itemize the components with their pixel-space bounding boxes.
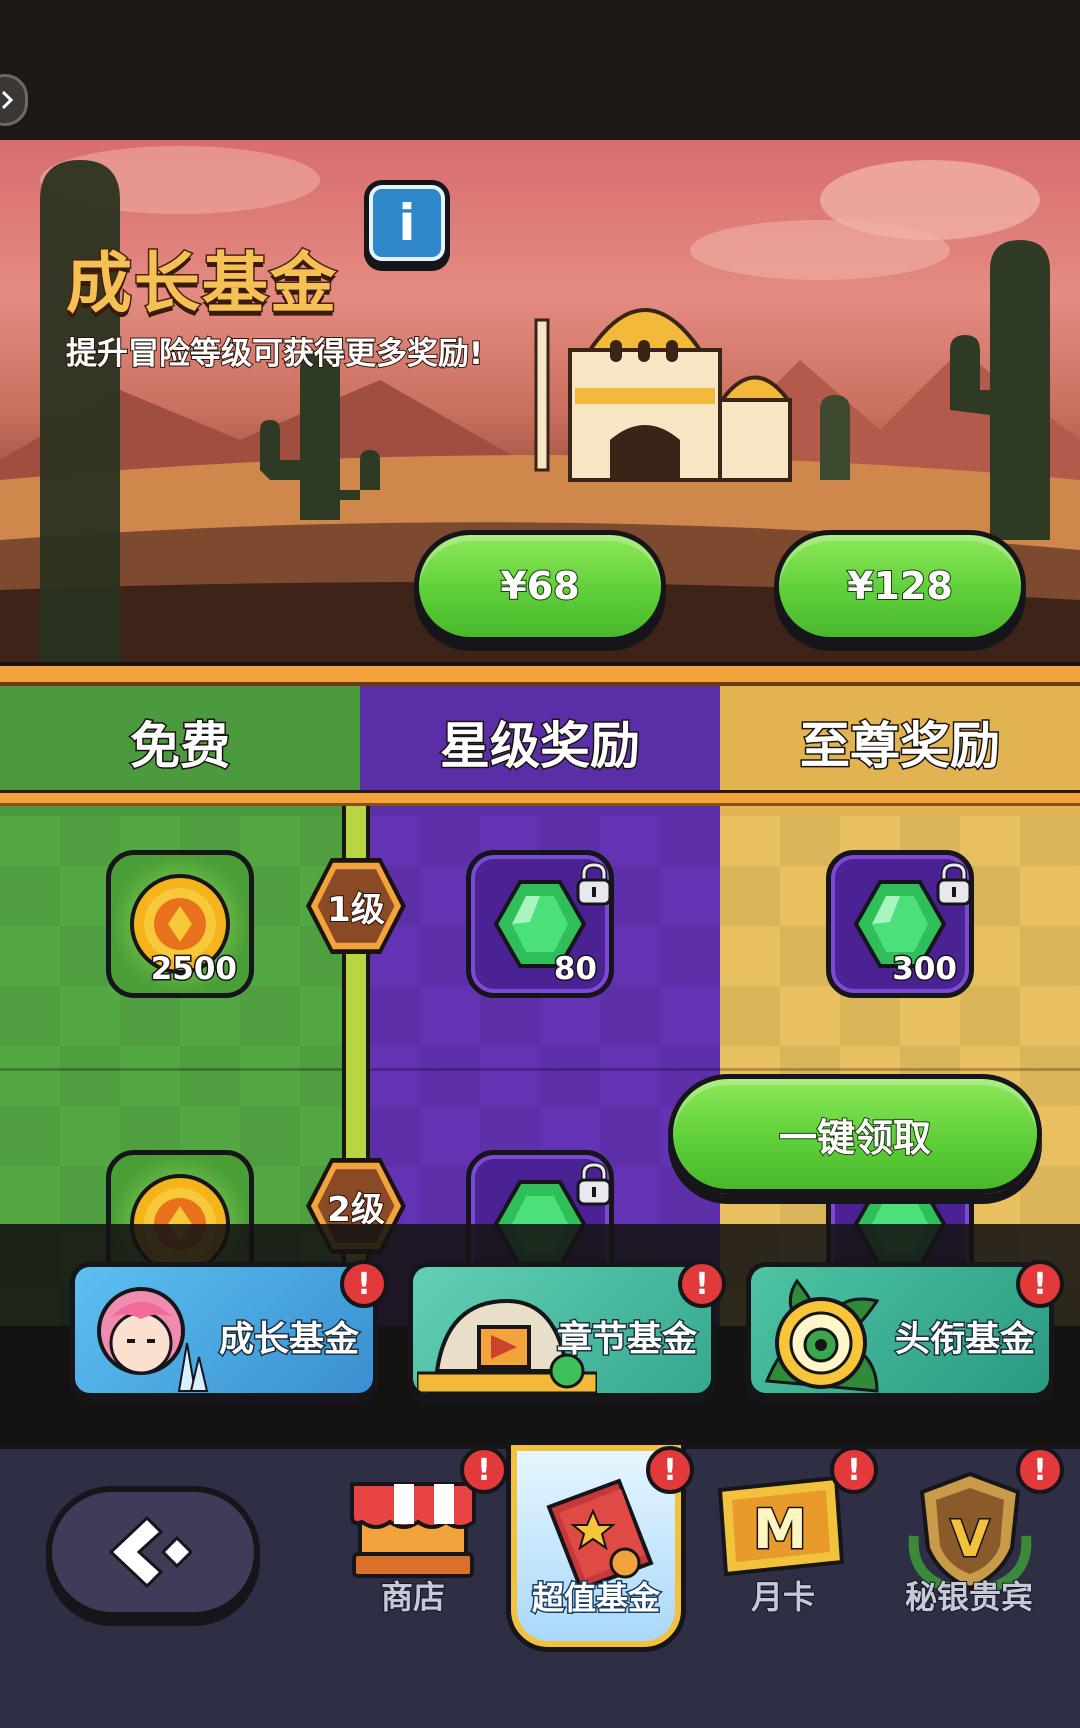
monthly-card-icon: M: [717, 1475, 845, 1577]
lock-icon: [936, 861, 972, 906]
nav-label: 月卡: [750, 1577, 816, 1617]
tab-label: 章节基金: [555, 1319, 698, 1362]
tab-label: 成长基金: [217, 1319, 360, 1362]
nav-label: 秘银贵宾: [904, 1577, 1034, 1617]
nav-label: 超值基金: [530, 1578, 661, 1619]
alert-badge: !: [646, 1446, 694, 1494]
banner-subtitle: 提升冒险等级可获得更多奖励!: [65, 335, 484, 373]
alert-badge: !: [1016, 1260, 1064, 1308]
double-chevron-icon: [1, 90, 14, 110]
hero-portrait-icon: [97, 1287, 209, 1392]
price-68-button[interactable]: ¥68: [414, 530, 666, 642]
back-button[interactable]: [46, 1486, 260, 1618]
tab-title-fund[interactable]: 头衔基金: [746, 1262, 1054, 1398]
tab-label: 头衔基金: [893, 1319, 1036, 1362]
lock-icon: [576, 861, 612, 906]
nav-label: 商店: [380, 1577, 446, 1617]
svg-text:V: V: [951, 1510, 990, 1568]
level-label: 1级: [317, 869, 395, 943]
page-title: 成长基金: [65, 244, 338, 324]
top-bar: [0, 0, 1080, 140]
info-icon: i: [398, 194, 416, 252]
supreme-reward-level-1[interactable]: 300: [826, 850, 974, 998]
star-reward-level-1[interactable]: 80: [466, 850, 614, 998]
reward-amount: 80: [552, 950, 598, 989]
eye-flower-icon: [764, 1278, 880, 1393]
header-trim: [0, 790, 1080, 806]
banner-divider: [0, 662, 1080, 686]
back-arrow-icon: [108, 1515, 194, 1589]
claim-all-button[interactable]: 一键领取: [668, 1074, 1042, 1194]
info-button[interactable]: i: [364, 180, 450, 266]
reward-amount: 300: [891, 950, 959, 989]
alert-badge: !: [1016, 1446, 1064, 1494]
price-128-button[interactable]: ¥128: [774, 530, 1026, 642]
tab-growth-fund[interactable]: 成长基金: [70, 1262, 378, 1398]
alert-badge: !: [830, 1446, 878, 1494]
lock-icon: [576, 1161, 612, 1206]
growth-fund-banner: 成长基金 提升冒险等级可获得更多奖励! i ¥68 ¥128: [0, 140, 1080, 662]
row-separator: [0, 1068, 1080, 1071]
tab-chapter-fund[interactable]: 章节基金: [408, 1262, 716, 1398]
svg-text:M: M: [753, 1498, 807, 1561]
alert-badge: !: [678, 1260, 726, 1308]
alert-badge: !: [460, 1446, 508, 1494]
reward-amount: 2500: [149, 950, 238, 989]
free-reward-level-1[interactable]: 2500: [106, 850, 254, 998]
alert-badge: !: [340, 1260, 388, 1308]
